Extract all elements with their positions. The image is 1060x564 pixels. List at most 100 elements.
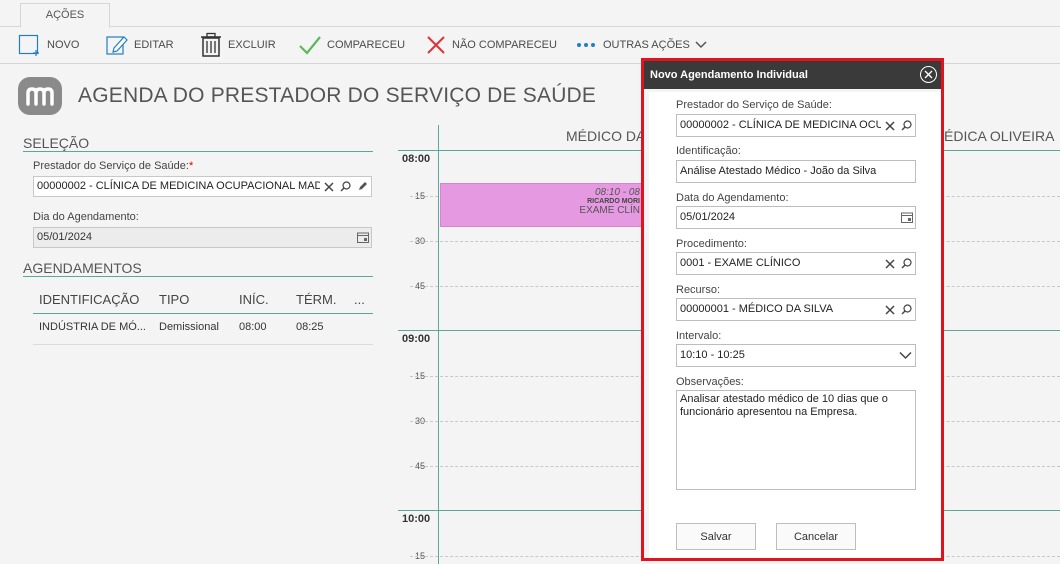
dlg-data-field[interactable]: 05/01/2024 <box>676 206 916 229</box>
outras-acoes-label: OUTRAS AÇÕES <box>603 39 690 51</box>
row-tipo: Demissional <box>159 321 219 333</box>
appointment-time: 08:10 - 08 <box>594 187 640 198</box>
agendamentos-divider <box>23 276 373 277</box>
editar-button[interactable]: EDITAR <box>105 32 174 58</box>
calendar-time-divider <box>438 125 439 564</box>
search-icon[interactable] <box>337 177 354 196</box>
trash-icon <box>201 32 221 57</box>
edit-icon <box>106 36 128 55</box>
dia-field[interactable]: 05/01/2024 <box>33 227 372 248</box>
col-termino[interactable]: TÉRM. <box>296 292 336 307</box>
dialog-header: Novo Agendamento Individual <box>644 61 941 89</box>
excluir-label: EXCLUIR <box>228 39 276 51</box>
dlg-recurso-field[interactable]: 00000001 - MÉDICO DA SILVA <box>676 298 916 321</box>
appointment-block[interactable]: 08:10 - 08 RICARDO MORI EXAME CLÍN <box>440 183 645 227</box>
dia-value: 05/01/2024 <box>37 231 93 243</box>
col-inicio[interactable]: INÍC. <box>239 292 269 307</box>
dlg-prestador-field[interactable]: 00000002 - CLÍNICA DE MEDICINA OCUP <box>676 114 916 137</box>
editar-label: EDITAR <box>134 39 174 51</box>
clear-icon[interactable] <box>881 115 898 136</box>
dialog-title: Novo Agendamento Individual <box>650 69 808 81</box>
dlg-procedimento-value: 0001 - EXAME CLÍNICO <box>680 257 801 269</box>
dlg-intervalo-value: 10:10 - 10:25 <box>680 349 745 361</box>
dlg-prestador-label: Prestador do Serviço de Saúde: <box>676 99 832 111</box>
dia-label: Dia do Agendamento: <box>33 211 139 223</box>
row-identificacao: INDÚSTRIA DE MÓ... <box>39 321 146 333</box>
search-icon[interactable] <box>898 115 915 136</box>
search-icon[interactable] <box>898 253 915 274</box>
dlg-identificacao-label: Identificação: <box>676 145 741 157</box>
prestador-label: Prestador do Serviço de Saúde:* <box>33 160 194 172</box>
check-icon <box>299 36 321 55</box>
dlg-recurso-label: Recurso: <box>676 284 721 296</box>
selecao-divider <box>23 151 373 152</box>
col-identificacao[interactable]: IDENTIFICAÇÃO <box>39 292 139 307</box>
more-dots-icon <box>577 43 595 47</box>
chevron-down-icon <box>695 41 707 49</box>
row-termino: 08:25 <box>296 321 324 333</box>
pencil-icon[interactable] <box>354 177 371 196</box>
table-header-divider <box>33 313 373 314</box>
dlg-data-actions <box>898 207 915 228</box>
dia-actions <box>354 228 371 247</box>
ribbon-tabbar: AÇÕES <box>0 0 1060 28</box>
row-inicio: 08:00 <box>239 321 267 333</box>
search-icon[interactable] <box>898 299 915 320</box>
selecao-title: SELEÇÃO <box>23 135 90 151</box>
hour-label: 08:00 <box>402 153 431 165</box>
salvar-button[interactable]: Salvar <box>676 523 756 550</box>
excluir-button[interactable]: EXCLUIR <box>199 32 276 58</box>
hour-label: 09:00 <box>402 333 431 345</box>
dlg-data-value: 05/01/2024 <box>680 211 736 223</box>
cancelar-button[interactable]: Cancelar <box>776 523 856 550</box>
dlg-observacoes-textarea[interactable]: Analisar atestado médico de 10 dias que … <box>676 390 916 490</box>
dlg-identificacao-value: Análise Atestado Médico - João da Silva <box>680 165 877 177</box>
agendamentos-title: AGENDAMENTOS <box>23 260 142 276</box>
close-icon[interactable] <box>920 66 937 83</box>
novo-label: NOVO <box>47 39 80 51</box>
new-document-icon <box>18 34 39 56</box>
logo-m-icon <box>26 87 54 106</box>
app-logo <box>18 77 62 115</box>
outras-acoes-button[interactable]: OUTRAS AÇÕES <box>576 32 713 58</box>
dlg-intervalo-select[interactable]: 10:10 - 10:25 <box>676 344 916 367</box>
dlg-procedimento-label: Procedimento: <box>676 238 747 250</box>
calendar-column-header: ÉDICA OLIVEIRA <box>944 128 1055 144</box>
new-appointment-dialog: Novo Agendamento Individual Prestador do… <box>641 58 944 561</box>
col-tipo[interactable]: TIPO <box>159 292 189 307</box>
appointment-name: RICARDO MORI <box>587 198 640 205</box>
dlg-procedimento-actions <box>881 253 915 274</box>
col-more[interactable]: ... <box>354 292 365 307</box>
compareceu-button[interactable]: COMPARECEU <box>298 32 405 58</box>
clear-icon[interactable] <box>320 177 337 196</box>
dlg-prestador-actions <box>881 115 915 136</box>
prestador-field[interactable]: 00000002 - CLÍNICA DE MEDICINA OCUPACION… <box>33 176 372 197</box>
nao-compareceu-label: NÃO COMPARECEU <box>452 39 557 51</box>
dlg-procedimento-field[interactable]: 0001 - EXAME CLÍNICO <box>676 252 916 275</box>
novo-button[interactable]: NOVO <box>18 32 79 58</box>
dlg-intervalo-label: Intervalo: <box>676 330 722 342</box>
prestador-actions <box>320 177 371 196</box>
clear-icon[interactable] <box>881 253 898 274</box>
page-title: AGENDA DO PRESTADOR DO SERVIÇO DE SAÚDE <box>78 84 597 107</box>
calendar-icon[interactable] <box>354 228 371 247</box>
dlg-identificacao-field[interactable]: Análise Atestado Médico - João da Silva <box>676 160 916 183</box>
dlg-prestador-value: 00000002 - CLÍNICA DE MEDICINA OCUP <box>680 119 891 131</box>
clear-icon[interactable] <box>881 299 898 320</box>
dlg-data-label: Data do Agendamento: <box>676 192 789 204</box>
dlg-observacoes-label: Observações: <box>676 376 744 388</box>
tab-acoes[interactable]: AÇÕES <box>20 3 110 28</box>
hour-label: 10:00 <box>402 513 431 525</box>
dialog-body: Prestador do Serviço de Saúde: 00000002 … <box>649 92 941 558</box>
compareceu-label: COMPARECEU <box>327 39 406 51</box>
required-marker: * <box>188 160 194 172</box>
prestador-value: 00000002 - CLÍNICA DE MEDICINA OCUPACION… <box>37 180 331 192</box>
calendar-column-header: MÉDICO DA <box>566 128 646 144</box>
dlg-recurso-actions <box>881 299 915 320</box>
nao-compareceu-button[interactable]: NÃO COMPARECEU <box>425 32 557 58</box>
dlg-recurso-value: 00000001 - MÉDICO DA SILVA <box>680 303 834 315</box>
chevron-down-icon[interactable] <box>895 345 915 366</box>
dlg-intervalo-actions <box>895 345 915 366</box>
row-divider <box>33 344 373 345</box>
calendar-icon[interactable] <box>898 207 915 228</box>
